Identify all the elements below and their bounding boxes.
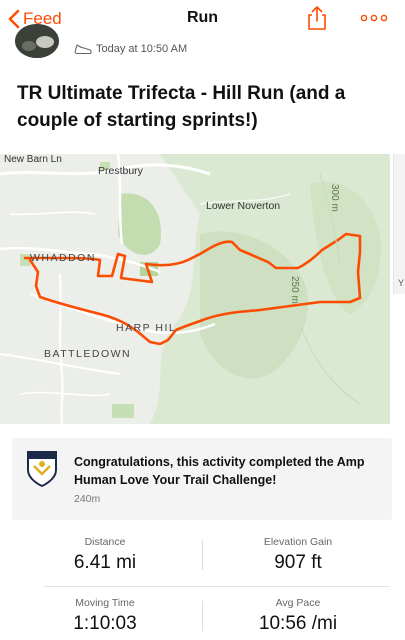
achievement-text: Congratulations, this activity completed… — [74, 455, 365, 487]
stats-divider — [202, 601, 203, 631]
map-label-battledown: BATTLEDOWN — [44, 348, 132, 360]
stat-value: 907 ft — [274, 552, 322, 573]
share-icon[interactable] — [306, 5, 328, 31]
stat-label: Elevation Gain — [263, 536, 333, 548]
activity-title: TR Ultimate Trifecta - Hill Run (and a c… — [17, 83, 346, 131]
stat-moving-time: Moving Time 1:10:03 — [10, 597, 200, 635]
map-label-contour-300: 300 m — [329, 184, 340, 212]
stat-value: 1:10:03 — [73, 613, 137, 634]
map-label-new-barn-ln: New Barn Ln — [4, 154, 62, 165]
next-map-card[interactable]: Y — [393, 154, 405, 294]
stat-avg-pace: Avg Pace 10:56 /mi — [203, 597, 393, 635]
page-title: Run — [186, 9, 219, 26]
activity-timestamp: Today at 10:50 AM — [96, 43, 188, 55]
avatar[interactable] — [15, 24, 59, 58]
stat-label: Distance — [84, 536, 126, 548]
map-label-lower-noverton: Lower Noverton — [206, 200, 281, 212]
stat-distance: Distance 6.41 mi — [10, 536, 200, 574]
stats-row-divider — [44, 586, 390, 587]
nav-bar: Feed Run — [0, 0, 405, 38]
map-label-whaddon: WHADDON — [30, 252, 96, 264]
side-card-letter: Y — [398, 278, 405, 288]
stat-value: 10:56 /mi — [258, 613, 338, 634]
achievement-card[interactable]: Congratulations, this activity completed… — [12, 438, 392, 520]
map-label-harp-hill: HARP HIL — [116, 322, 177, 334]
route-map[interactable]: New Barn Ln Prestbury Lower Noverton WHA… — [0, 154, 390, 424]
shoe-icon — [74, 44, 92, 55]
stat-value: 6.41 mi — [73, 552, 137, 573]
stat-label: Moving Time — [75, 597, 135, 609]
stats-grid: Distance 6.41 mi Elevation Gain 907 ft M… — [0, 528, 405, 640]
athlete-row: Today at 10:50 AM — [0, 24, 405, 64]
challenge-badge-icon — [27, 451, 57, 488]
stat-elevation-gain: Elevation Gain 907 ft — [203, 536, 393, 574]
stat-label: Avg Pace — [275, 597, 321, 609]
stats-divider — [202, 540, 203, 570]
map-label-prestbury: Prestbury — [98, 165, 143, 177]
map-label-contour-250: 250 m — [289, 276, 300, 304]
more-icon[interactable] — [360, 14, 388, 22]
achievement-distance: 240m — [74, 493, 101, 505]
